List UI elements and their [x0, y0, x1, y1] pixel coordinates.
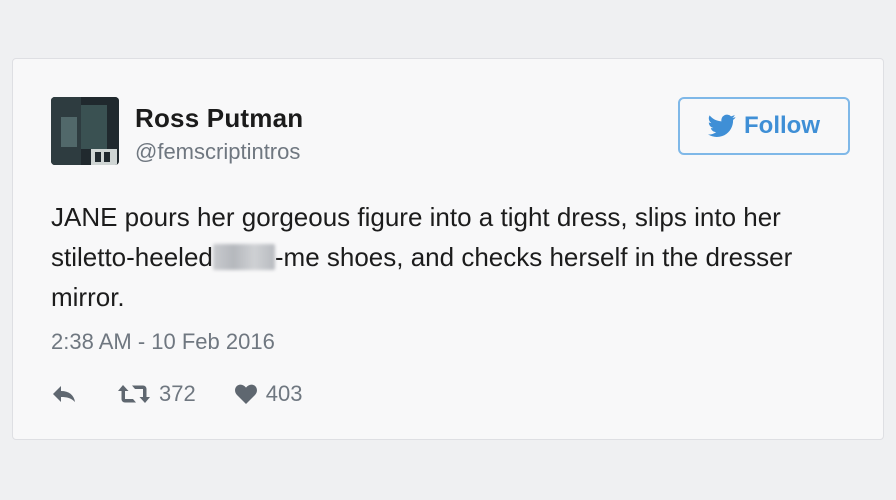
- tweet-timestamp[interactable]: 2:38 AM - 10 Feb 2016: [51, 329, 275, 355]
- tweet-actions: 372 403: [51, 381, 302, 407]
- retweet-icon: [117, 383, 151, 405]
- avatar-image: [51, 97, 119, 165]
- like-count: 403: [265, 381, 303, 406]
- reply-icon: [51, 384, 77, 404]
- avatar[interactable]: [51, 97, 119, 165]
- twitter-bird-icon: [708, 114, 736, 138]
- censored-word-blur: [212, 244, 275, 270]
- follow-button[interactable]: Follow: [678, 97, 850, 155]
- heart-icon: [234, 383, 258, 405]
- reply-button[interactable]: [51, 384, 77, 404]
- like-button[interactable]: 403: [234, 381, 303, 407]
- follow-button-label: Follow: [744, 112, 820, 139]
- author-name[interactable]: Ross Putman: [135, 103, 303, 134]
- retweet-count: 372: [159, 381, 196, 406]
- retweet-button[interactable]: 372: [117, 381, 196, 407]
- screenshot-stage: Ross Putman @femscriptintros Follow JANE…: [0, 0, 896, 500]
- author-handle[interactable]: @femscriptintros: [135, 139, 300, 165]
- tweet-card: Ross Putman @femscriptintros Follow JANE…: [12, 58, 884, 440]
- tweet-text: JANE pours her gorgeous figure into a ti…: [51, 197, 851, 317]
